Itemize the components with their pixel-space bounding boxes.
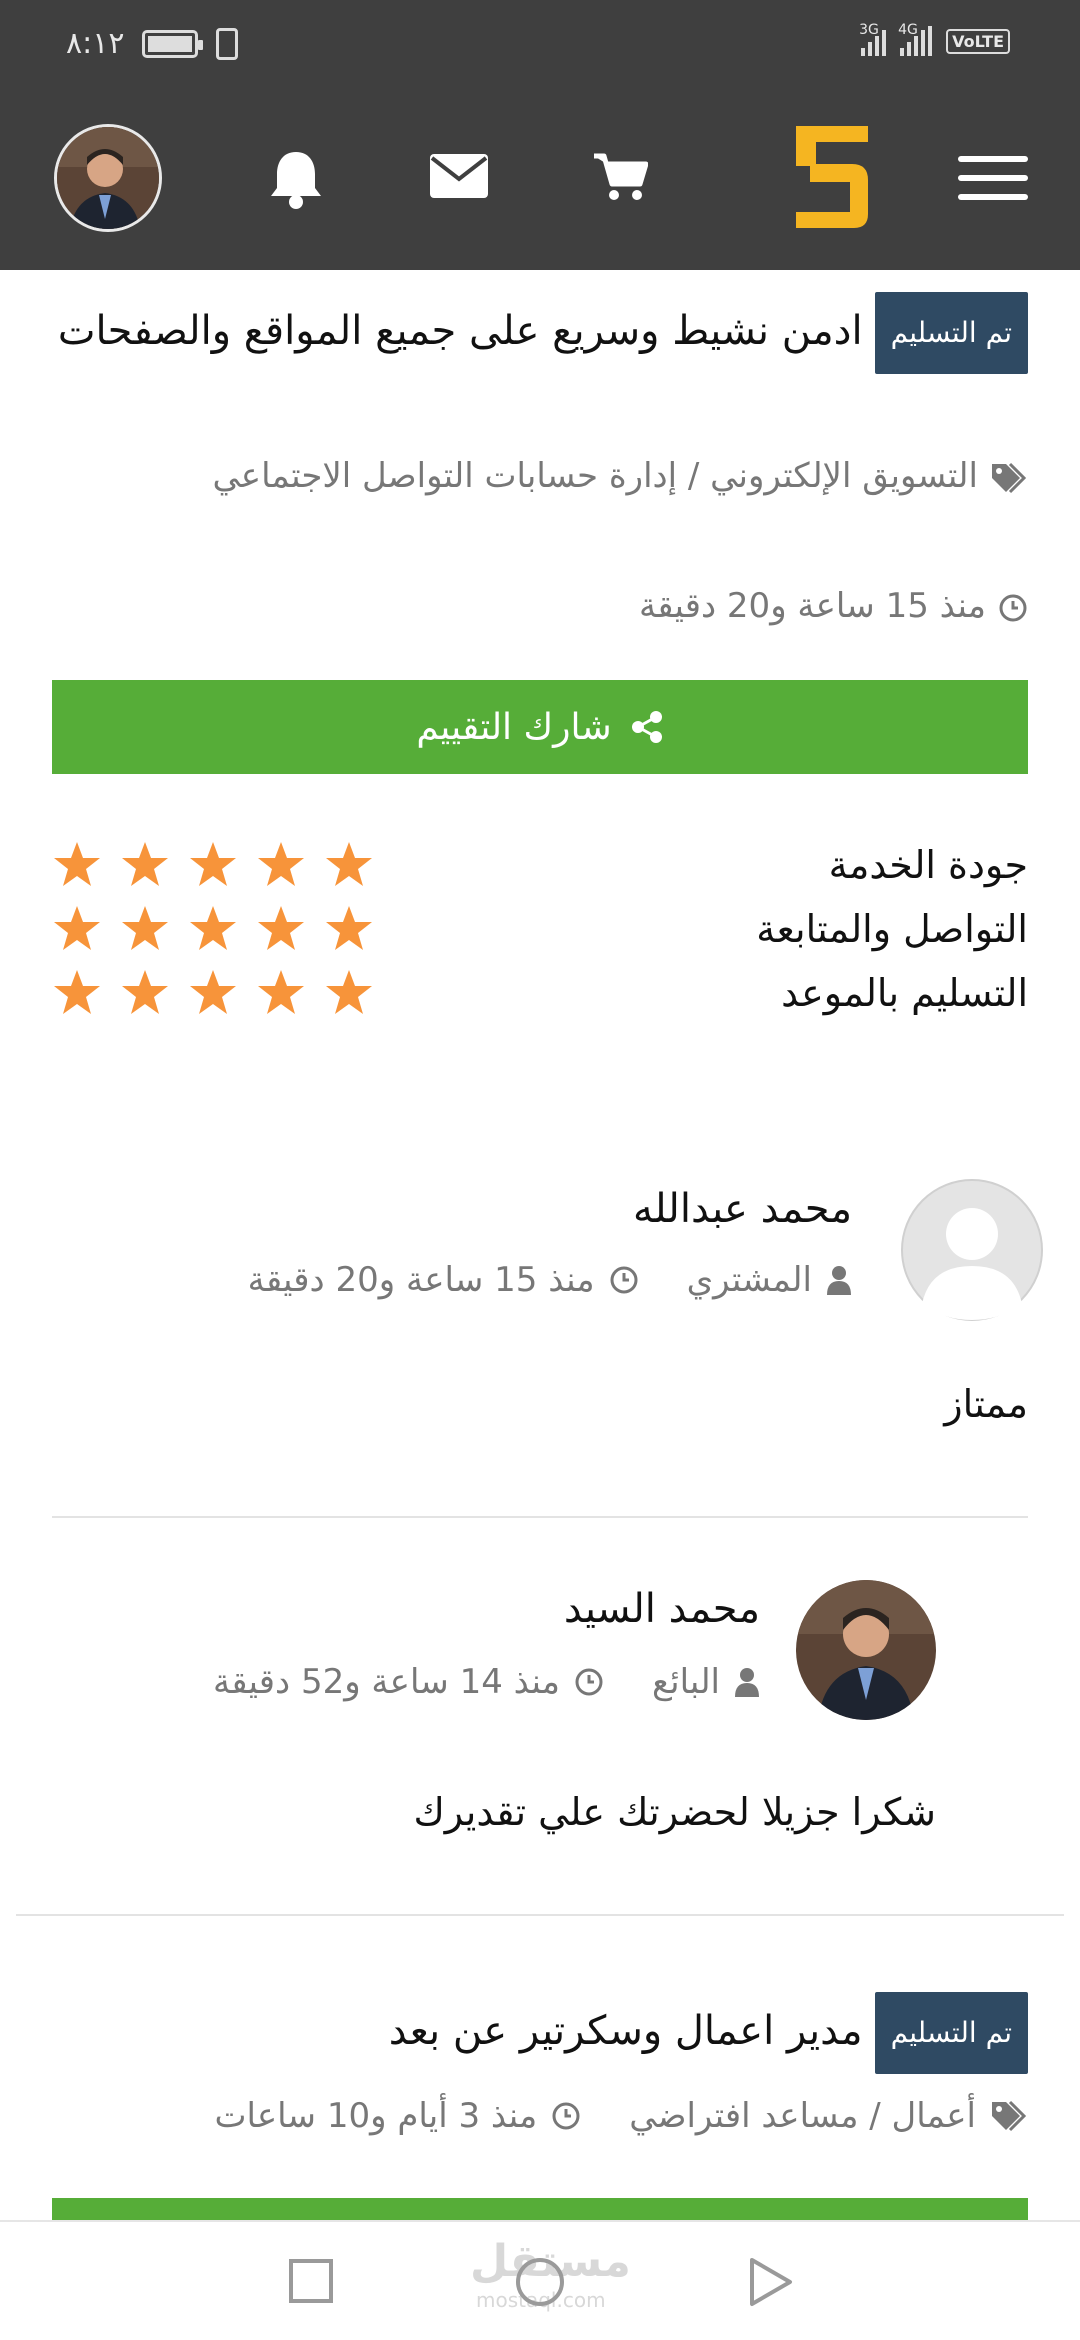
time-text: منذ 15 ساعة و20 دقيقة [639, 586, 986, 626]
clock-icon [610, 1266, 638, 1294]
category-text[interactable]: التسويق الإلكتروني / إدارة حسابات التواص… [212, 456, 978, 496]
volte-icon: VoLTE [946, 28, 1010, 54]
project-title-text[interactable]: ادمن نشيط وسريع على جميع المواقع والصفحا… [58, 308, 863, 354]
status-left: ٨:١٢ [66, 26, 239, 61]
seller-avatar[interactable] [796, 1580, 936, 1720]
star-icon [190, 906, 236, 950]
back-icon[interactable] [748, 2256, 794, 2308]
time-text: منذ 3 أيام و10 ساعات [214, 2096, 538, 2136]
clock-icon [552, 2102, 580, 2130]
star-icon [190, 842, 236, 886]
battery-icon [142, 29, 204, 58]
buyer-time: منذ 15 ساعة و20 دقيقة [247, 1260, 595, 1300]
star-icon [258, 970, 304, 1014]
top-navigation [0, 92, 1080, 270]
divider [16, 1914, 1064, 1916]
tag-icon [992, 462, 1027, 493]
project-meta: أعمال / مساعد افتراضي منذ 3 أيام و10 ساع… [52, 2090, 1028, 2142]
project-category: التسويق الإلكتروني / إدارة حسابات التواص… [200, 450, 1028, 502]
seller-meta: البائع منذ 14 ساعة و52 دقيقة [213, 1662, 760, 1702]
home-icon[interactable] [514, 2256, 566, 2308]
star-icon [54, 970, 100, 1014]
clock: ٨:١٢ [66, 26, 125, 61]
buyer-avatar[interactable] [900, 1178, 1044, 1322]
signal-3g-icon: 3G [859, 22, 887, 56]
rating-label: جودة الخدمة [828, 843, 1028, 887]
divider [52, 1516, 1028, 1518]
user-icon [827, 1266, 851, 1295]
user-avatar[interactable] [54, 124, 162, 232]
project-title[interactable]: تم التسليمادمن نشيط وسريع على جميع الموا… [52, 292, 1028, 374]
logo-icon[interactable] [792, 122, 872, 232]
rating-row: جودة الخدمة [52, 830, 1028, 900]
status-badge: تم التسليم [874, 1992, 1028, 2074]
main-content: تم التسليمادمن نشيط وسريع على جميع الموا… [0, 270, 1080, 2220]
rating-row: التواصل والمتابعة [52, 894, 1028, 964]
rating-stars [52, 904, 374, 954]
star-icon [122, 906, 168, 950]
seller-time: منذ 14 ساعة و52 دقيقة [213, 1662, 561, 1702]
vibrate-icon [216, 27, 239, 60]
rating-stars [52, 968, 374, 1018]
cart-icon[interactable] [592, 152, 648, 202]
project-title-text[interactable]: مدير اعمال وسكرتير عن بعد [389, 2008, 863, 2054]
buyer-meta: المشتري منذ 15 ساعة و20 دقيقة [248, 1260, 852, 1300]
seller-reply-text: شكرا جزيلا لحضرتك علي تقديرك [413, 1790, 936, 1834]
buyer-role: المشتري [686, 1260, 812, 1300]
share-rating-button[interactable] [52, 2198, 1028, 2220]
bell-icon[interactable] [268, 148, 324, 210]
share-icon [631, 711, 662, 743]
system-nav-bar: مستقل mostaql.com [0, 2220, 1080, 2340]
buyer-comment-text: ممتاز [944, 1382, 1028, 1426]
star-icon [326, 842, 372, 886]
clock-icon [999, 594, 1027, 621]
star-icon [122, 970, 168, 1014]
clock-icon [575, 1668, 603, 1696]
star-icon [122, 842, 168, 886]
user-icon [735, 1668, 759, 1697]
signal-4g-icon: 4G [898, 22, 933, 56]
status-bar: ٨:١٢ 3G 4G VoLTE [0, 0, 1080, 92]
tag-icon [992, 2100, 1027, 2132]
project-title[interactable]: تم التسليممدير اعمال وسكرتير عن بعد [52, 1992, 1028, 2074]
status-right: 3G 4G VoLTE [859, 22, 1010, 56]
menu-icon[interactable] [958, 156, 1028, 213]
star-icon [326, 906, 372, 950]
star-icon [258, 842, 304, 886]
envelope-icon[interactable] [430, 154, 488, 198]
share-label: شارك التقييم [416, 706, 612, 748]
category-text[interactable]: أعمال / مساعد افتراضي [629, 2090, 976, 2142]
star-icon [258, 906, 304, 950]
share-rating-button[interactable]: شارك التقييم [52, 680, 1028, 774]
seller-role: البائع [652, 1662, 720, 1702]
star-icon [190, 970, 236, 1014]
star-icon [54, 906, 100, 950]
rating-stars [52, 840, 374, 890]
status-badge: تم التسليم [874, 292, 1028, 374]
star-icon [326, 970, 372, 1014]
buyer-name[interactable]: محمد عبدالله [633, 1186, 852, 1232]
seller-name[interactable]: محمد السيد [564, 1586, 760, 1632]
rating-label: التواصل والمتابعة [756, 907, 1028, 951]
recent-apps-icon[interactable] [288, 2258, 334, 2304]
rating-label: التسليم بالموعد [781, 971, 1028, 1015]
star-icon [54, 842, 100, 886]
project-time: منذ 15 ساعة و20 دقيقة [200, 580, 1028, 632]
rating-row: التسليم بالموعد [52, 958, 1028, 1028]
